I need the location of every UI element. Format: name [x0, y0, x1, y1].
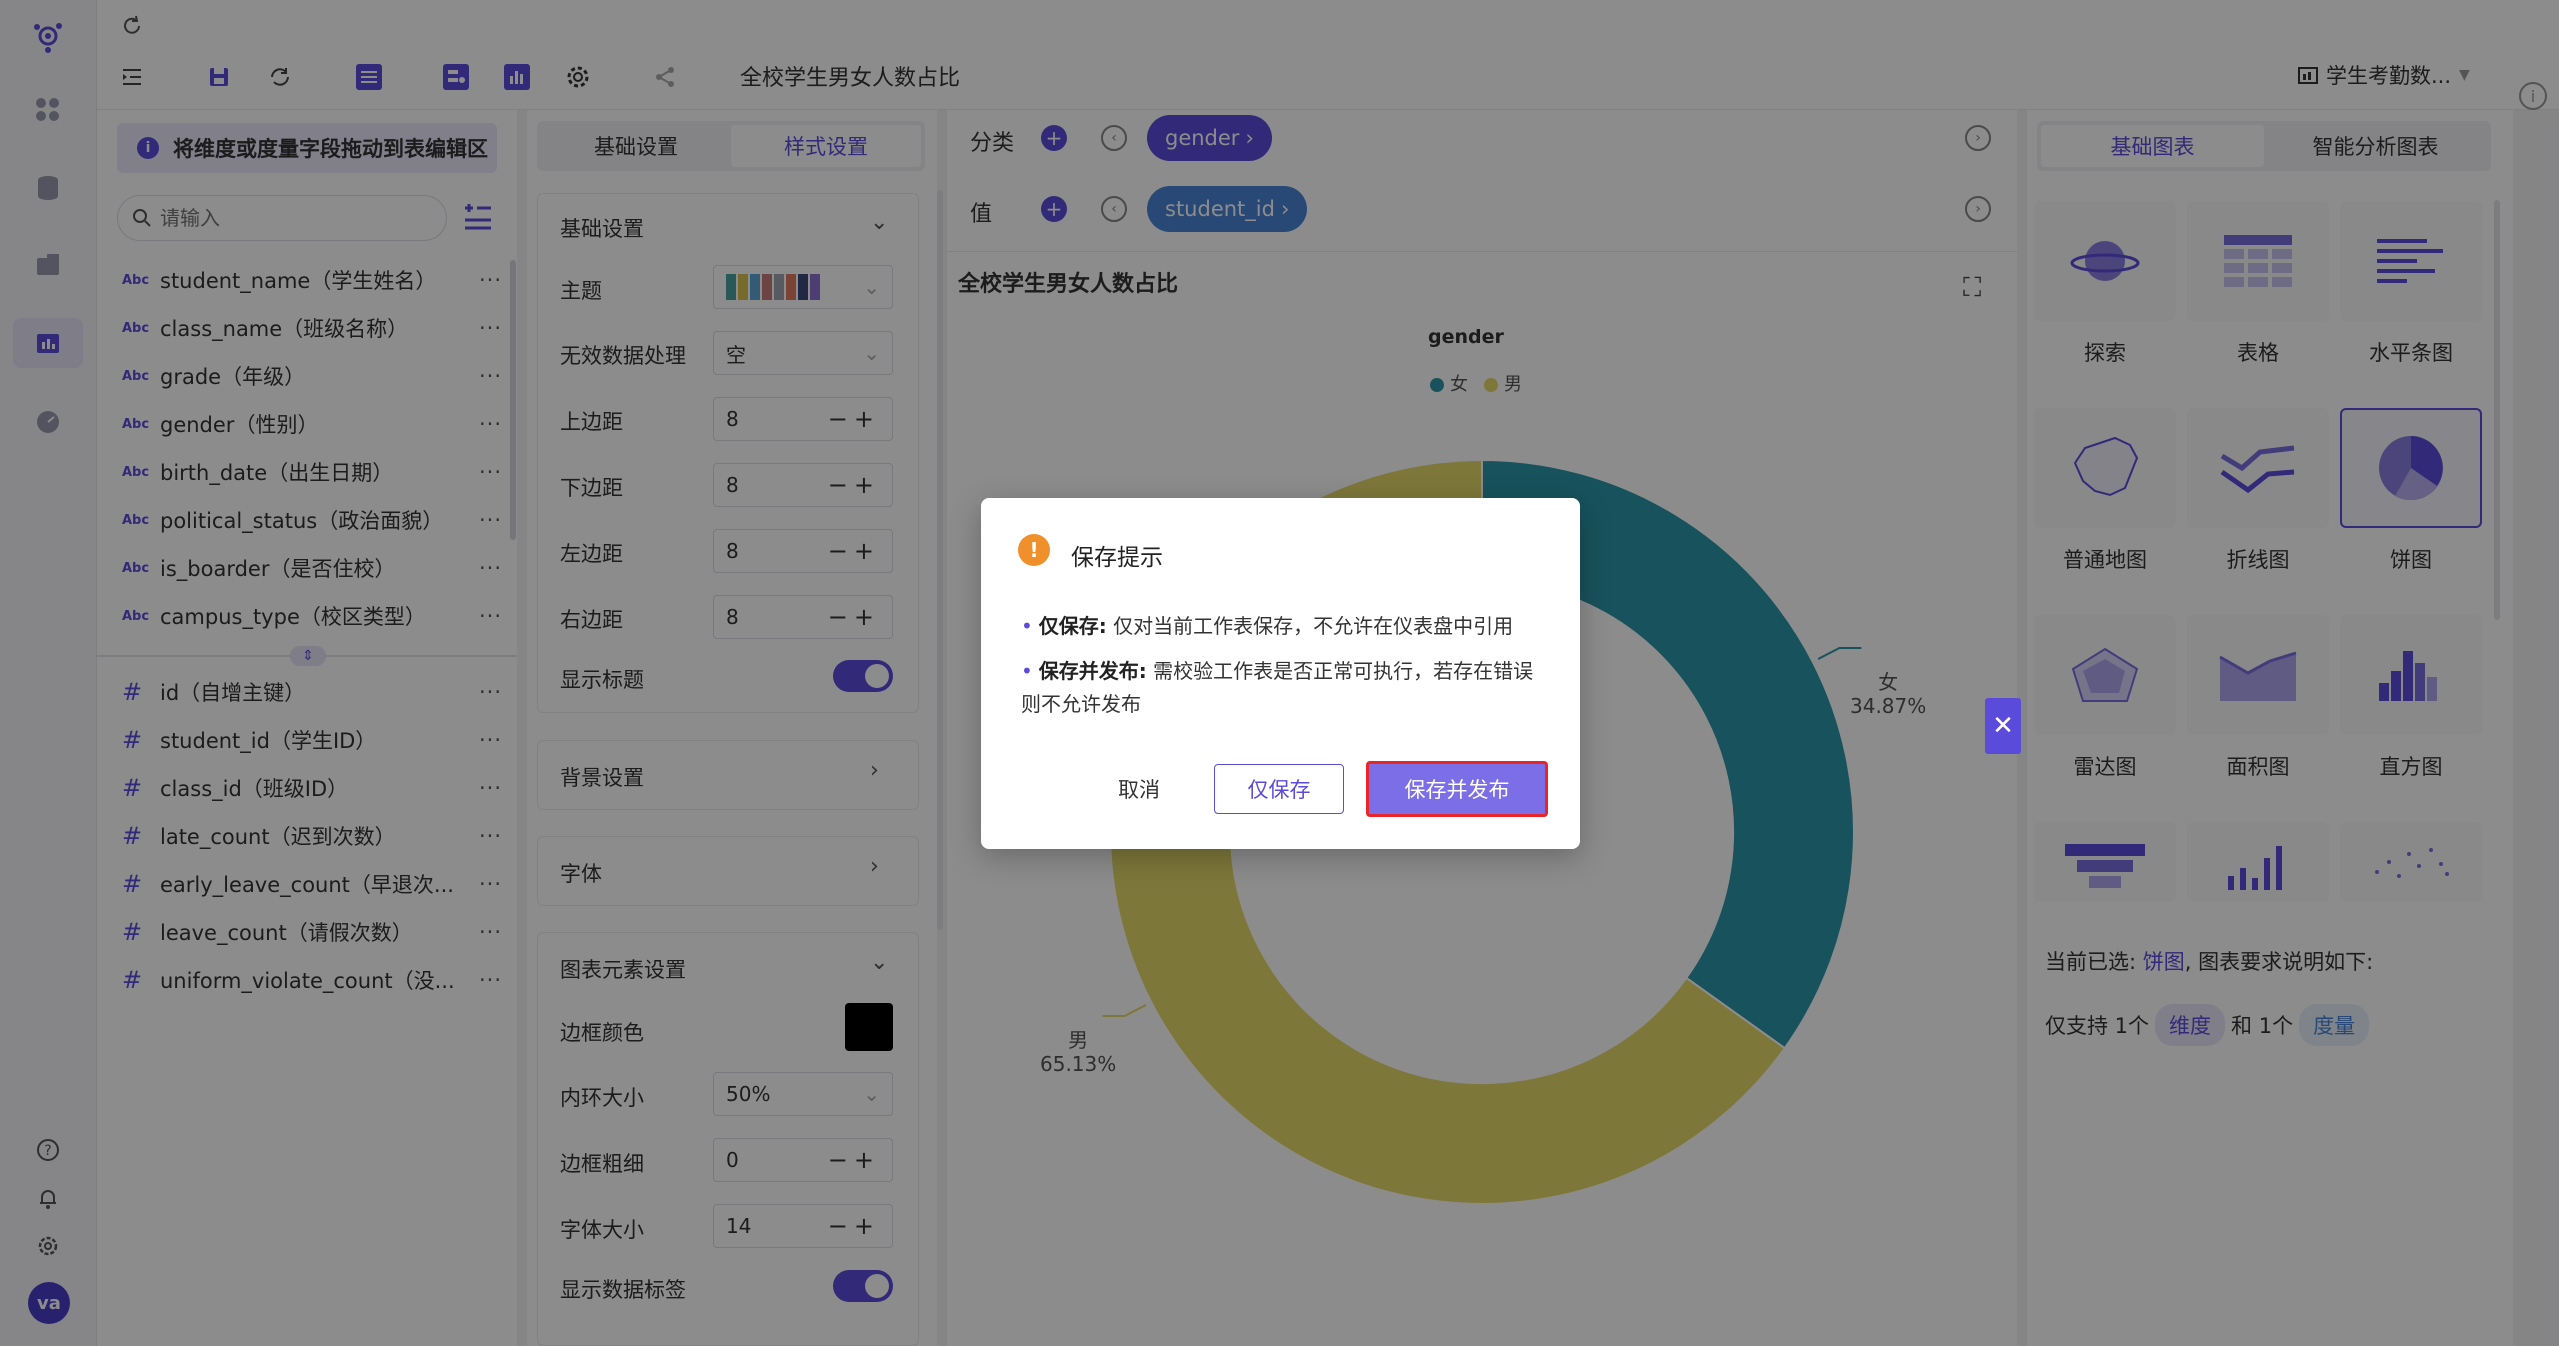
bullet-icon: •: [1021, 659, 1033, 683]
cancel-button[interactable]: 取消: [1081, 764, 1197, 814]
warning-icon: !: [1018, 534, 1050, 566]
save-publish-description: • 保存并发布: 需校验工作表是否正常可执行，若存在错误则不允许发布: [1021, 659, 1534, 716]
close-panel-icon[interactable]: ✕: [1985, 698, 2021, 754]
save-and-publish-button[interactable]: 保存并发布: [1366, 761, 1548, 817]
save-dialog: ! 保存提示 • 仅保存: 仅对当前工作表保存，不允许在仪表盘中引用 • 保存并发布…: [981, 498, 1580, 849]
save-only-description: • 仅保存: 仅对当前工作表保存，不允许在仪表盘中引用: [1021, 614, 1514, 638]
dialog-title: 保存提示: [1071, 545, 1163, 571]
save-only-button[interactable]: 仅保存: [1214, 764, 1344, 814]
bullet-icon: •: [1021, 614, 1033, 638]
